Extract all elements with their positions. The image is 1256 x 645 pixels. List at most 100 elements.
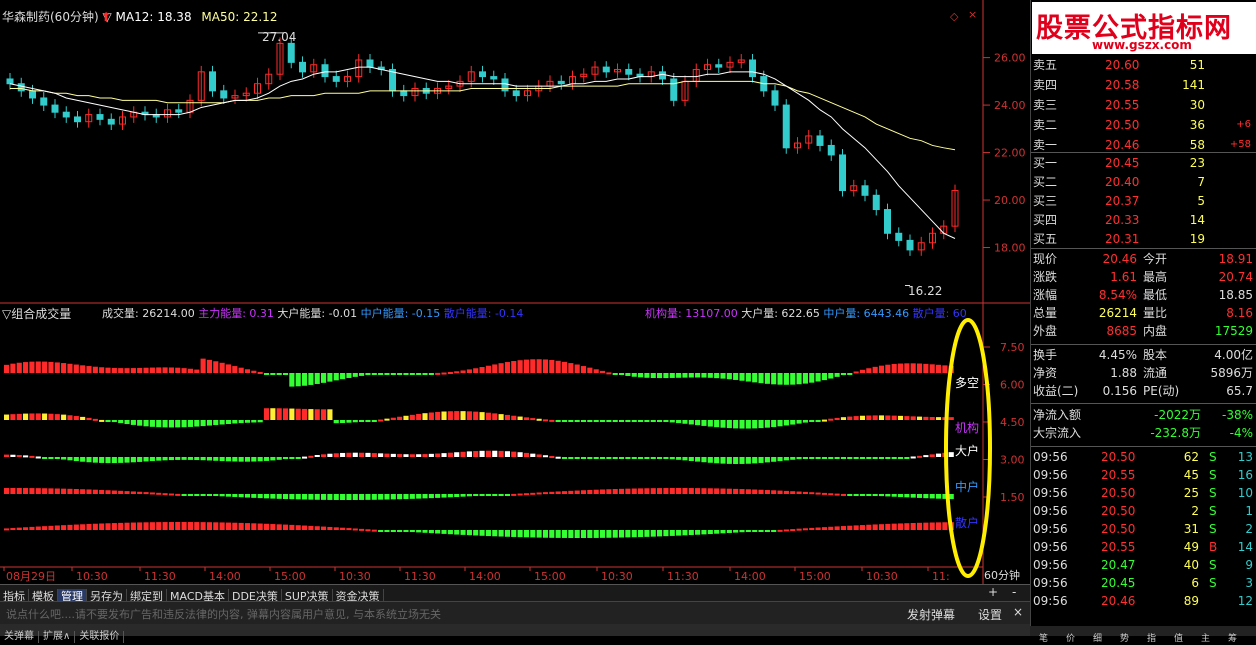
sub-bar bbox=[86, 457, 92, 463]
sub-bar bbox=[859, 457, 866, 459]
quote-row: 涨幅 8.54% 最低 18.85 bbox=[1031, 286, 1256, 304]
sub-bar bbox=[67, 524, 73, 530]
sub-bar bbox=[657, 530, 663, 537]
zoom-in-button[interactable]: + bbox=[988, 585, 998, 599]
sub-bar bbox=[359, 528, 365, 531]
tick-side: S bbox=[1209, 504, 1217, 518]
tick-volume: 2 bbox=[1191, 504, 1199, 518]
sub-bar bbox=[885, 415, 891, 420]
sub-bar bbox=[365, 452, 371, 457]
sub-bar bbox=[796, 457, 802, 460]
candle-body bbox=[827, 144, 835, 156]
buy-row[interactable]: 买一 20.45 23 bbox=[1031, 154, 1256, 172]
sub-bar bbox=[416, 530, 422, 533]
sub-bar bbox=[910, 522, 916, 530]
sub-bar bbox=[771, 490, 777, 494]
sub-bar bbox=[365, 529, 371, 532]
sell-row[interactable]: 卖二 20.50 36 +6 bbox=[1031, 116, 1256, 134]
time-tick-label: 14:00 bbox=[734, 570, 766, 583]
fund-value-2: 65.7 bbox=[1226, 384, 1253, 398]
candle-body bbox=[220, 90, 228, 99]
sub-bar bbox=[580, 457, 587, 459]
period-label[interactable]: 60分钟 bbox=[984, 569, 1020, 583]
sub-bar bbox=[682, 420, 688, 424]
candle-body bbox=[715, 64, 723, 68]
sub-bar bbox=[929, 494, 935, 499]
close-icon[interactable]: × bbox=[968, 8, 977, 21]
sub-bar bbox=[422, 530, 428, 533]
sub-bar bbox=[530, 492, 536, 495]
sub-bar bbox=[73, 457, 79, 462]
sub-bar bbox=[840, 493, 847, 496]
sub-bar bbox=[333, 453, 339, 457]
sub-bar bbox=[314, 494, 320, 500]
sub-bar bbox=[441, 372, 447, 375]
fund-row: 净资 1.88 流通 5896万 bbox=[1031, 364, 1256, 382]
sub-bar bbox=[701, 373, 707, 378]
buy-row[interactable]: 买二 20.40 7 bbox=[1031, 173, 1256, 191]
buy-row[interactable]: 买四 20.33 14 bbox=[1031, 211, 1256, 229]
sell-row[interactable]: 卖三 20.55 30 bbox=[1031, 96, 1256, 114]
sub-bar bbox=[466, 530, 472, 536]
buy-row[interactable]: 买五 20.31 19 bbox=[1031, 230, 1256, 248]
sub-bar bbox=[726, 457, 732, 464]
sub-bar bbox=[904, 494, 910, 498]
sub-bar bbox=[929, 417, 935, 420]
linked-quote-button[interactable]: 关联报价 bbox=[75, 631, 125, 643]
sub-bar bbox=[314, 526, 320, 530]
candle-body bbox=[175, 109, 183, 113]
sub-bar bbox=[301, 456, 308, 459]
main-chart-title: 华森制药(60分钟) ▽ MA12: 18.38 MA50: 22.12 bbox=[2, 10, 277, 24]
buy-row[interactable]: 买三 20.37 5 bbox=[1031, 192, 1256, 210]
sub-bar bbox=[720, 420, 726, 428]
buy-vol: 5 bbox=[1197, 194, 1205, 208]
sub-bar bbox=[23, 488, 29, 494]
expand-button[interactable]: 扩展∧ bbox=[39, 631, 76, 643]
sub-bar bbox=[219, 522, 225, 530]
send-danmaku-button[interactable]: 发射弹幕 bbox=[907, 606, 955, 623]
sub-bar bbox=[872, 494, 878, 496]
zoom-out-button[interactable]: - bbox=[1012, 585, 1016, 599]
sub-bar bbox=[92, 366, 98, 373]
sub-bar bbox=[327, 453, 333, 457]
sell-row[interactable]: 卖四 20.58 141 bbox=[1031, 76, 1256, 94]
tick-time: 09:56 bbox=[1033, 450, 1068, 464]
sub-bar bbox=[644, 420, 650, 422]
sub-bar bbox=[365, 494, 371, 500]
diamond-icon[interactable]: ◇ bbox=[950, 10, 958, 23]
sub-bar bbox=[251, 494, 257, 498]
sub-bar bbox=[923, 455, 929, 458]
sub-bar bbox=[783, 373, 789, 385]
sub-bar bbox=[796, 528, 802, 531]
tick-side: S bbox=[1209, 450, 1217, 464]
danmaku-input[interactable]: 说点什么吧....请不要发布广告和违反法律的内容, 弹幕内容属用户意见, 与本系… bbox=[6, 606, 441, 622]
sub-bar bbox=[61, 414, 67, 420]
sub-bar bbox=[536, 359, 542, 373]
sub-bar bbox=[460, 494, 466, 497]
watermark-url: www.gszx.com bbox=[1092, 38, 1192, 52]
tick-side: B bbox=[1209, 540, 1218, 554]
sub-bar bbox=[631, 488, 637, 494]
tick-time: 09:56 bbox=[1033, 576, 1068, 590]
sub-bar bbox=[219, 420, 225, 425]
sub-bar bbox=[815, 373, 821, 382]
sub-bar bbox=[118, 490, 124, 494]
sell-row[interactable]: 卖五 20.60 51 bbox=[1031, 56, 1256, 74]
settings-button[interactable]: 设置 bbox=[978, 606, 1002, 623]
sub-bar bbox=[764, 490, 770, 494]
sub-bar bbox=[612, 489, 618, 494]
sub-bar bbox=[625, 420, 631, 422]
side-tabs: 笔价细势指值主筹 bbox=[1030, 626, 1256, 644]
sub-bar bbox=[859, 369, 866, 373]
chart-area[interactable]: 26.00 24.00 22.00 20.00 18.00 7.50 6.00 4.50 3.0… bbox=[0, 0, 1030, 584]
candle-body bbox=[906, 239, 914, 251]
sub-bar bbox=[498, 363, 504, 373]
sub-bar bbox=[916, 455, 923, 458]
sub-bar bbox=[187, 420, 193, 427]
danmaku-toggle[interactable]: 关弹幕 bbox=[0, 631, 39, 643]
quote-value-2: 17529 bbox=[1214, 324, 1253, 338]
sub-bar bbox=[378, 530, 384, 532]
sub-bar bbox=[276, 373, 282, 375]
close-danmaku-button[interactable]: × bbox=[1013, 605, 1023, 619]
sub-bar bbox=[517, 360, 523, 373]
